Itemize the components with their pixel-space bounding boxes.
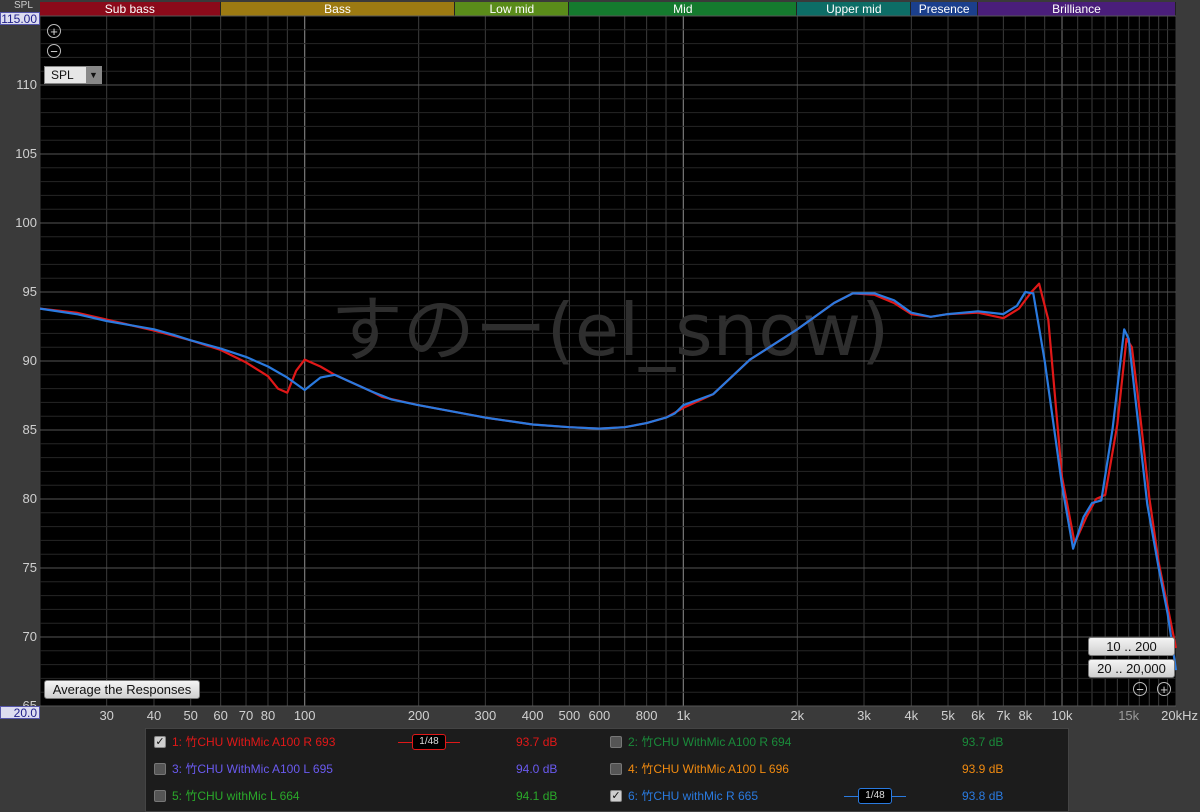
legend-item-5[interactable]: 5: 竹CHU withMic L 664 94.1 dB [154,786,604,806]
spl-select-value: SPL [51,68,74,82]
x-tick-label: 200 [408,708,430,723]
legend-value: 94.0 dB [516,762,558,776]
legend-label: 6: 竹CHU withMic R 665 [628,789,759,803]
x-left-value-field[interactable]: 20.0 [0,706,40,720]
legend-checkbox[interactable] [610,763,622,775]
legend-item-1[interactable]: ✓ 1: 竹CHU WithMic A100 R 693 1/48 93.7 dB [154,732,604,752]
y-tick-label: 90 [23,353,37,368]
y-tick-label: 105 [15,146,37,161]
x-tick-label: 6k [971,708,985,723]
y-top-value-field[interactable]: 115.00 [0,12,40,26]
x-tick-label: 70 [239,708,253,723]
legend-checkbox[interactable]: ✓ [154,736,166,748]
y-tick-label: 70 [23,629,37,644]
x-tick-label: 4k [904,708,918,723]
y-tick-label: 110 [16,77,37,92]
legend-checkbox[interactable] [610,736,622,748]
legend-item-4[interactable]: 4: 竹CHU WithMic A100 L 696 93.9 dB [610,759,1060,779]
legend-checkbox[interactable] [154,790,166,802]
x-tick-label: 8k [1018,708,1032,723]
y-tick-label: 80 [23,491,37,506]
legend-value: 93.7 dB [962,735,1004,749]
x-tick-label: 15k [1118,708,1139,723]
legend-value: 93.7 dB [516,735,558,749]
legend-swatch [446,742,460,743]
legend-item-2[interactable]: 2: 竹CHU WithMic A100 R 694 93.7 dB [610,732,1060,752]
x-zoom-in-icon[interactable]: + [1157,682,1171,696]
legend-label: 4: 竹CHU WithMic A100 L 696 [628,762,789,776]
x-tick-label: 20kHz [1161,708,1198,723]
legend-value: 93.9 dB [962,762,1004,776]
legend-panel: ✓ 1: 竹CHU WithMic A100 R 693 1/48 93.7 dB 2:… [145,728,1069,812]
x-tick-label: 10k [1052,708,1073,723]
x-tick-label: 60 [213,708,227,723]
x-tick-label: 300 [474,708,496,723]
zoom-in-icon[interactable]: + [47,24,61,38]
legend-label: 1: 竹CHU WithMic A100 R 693 [172,735,336,749]
watermark: すのー(el_snow) [331,288,890,372]
smoothing-badge[interactable]: 1/48 [412,734,446,750]
x-tick-label: 30 [99,708,113,723]
y-tick-label: 100 [15,215,37,230]
legend-swatch [844,796,858,797]
legend-item-3[interactable]: 3: 竹CHU WithMic A100 L 695 94.0 dB [154,759,604,779]
spl-select[interactable]: SPL ▼ [44,66,102,84]
range-10-200-button[interactable]: 10 .. 200 [1088,637,1175,656]
x-tick-label: 40 [147,708,161,723]
legend-checkbox[interactable]: ✓ [610,790,622,802]
legend-swatch [398,742,412,743]
average-responses-button[interactable]: Average the Responses [44,680,200,699]
x-tick-label: 50 [183,708,197,723]
legend-value: 94.1 dB [516,789,558,803]
chevron-down-icon: ▼ [86,67,101,83]
y-tick-label: 75 [23,560,37,575]
y-axis-title: SPL [14,0,33,11]
legend-swatch [892,796,906,797]
x-zoom-out-icon[interactable]: − [1133,682,1147,696]
x-tick-label: 80 [261,708,275,723]
legend-label: 3: 竹CHU WithMic A100 L 695 [172,762,333,776]
smoothing-badge[interactable]: 1/48 [858,788,892,804]
x-tick-label: 100 [294,708,316,723]
x-tick-label: 2k [790,708,804,723]
x-tick-label: 1k [676,708,690,723]
x-tick-label: 400 [522,708,544,723]
x-tick-label: 500 [559,708,581,723]
legend-value: 93.8 dB [962,789,1004,803]
x-tick-label: 800 [636,708,658,723]
x-tick-label: 600 [588,708,610,723]
y-tick-label: 85 [23,422,37,437]
x-tick-label: 7k [996,708,1010,723]
legend-label: 2: 竹CHU WithMic A100 R 694 [628,735,792,749]
y-tick-label: 95 [23,284,37,299]
legend-label: 5: 竹CHU withMic L 664 [172,789,300,803]
legend-checkbox[interactable] [154,763,166,775]
legend-item-6[interactable]: ✓ 6: 竹CHU withMic R 665 1/48 93.8 dB [610,786,1060,806]
x-tick-label: 5k [941,708,955,723]
range-20-20000-button[interactable]: 20 .. 20,000 [1088,659,1175,678]
zoom-out-icon[interactable]: − [47,44,61,58]
x-tick-label: 3k [857,708,871,723]
